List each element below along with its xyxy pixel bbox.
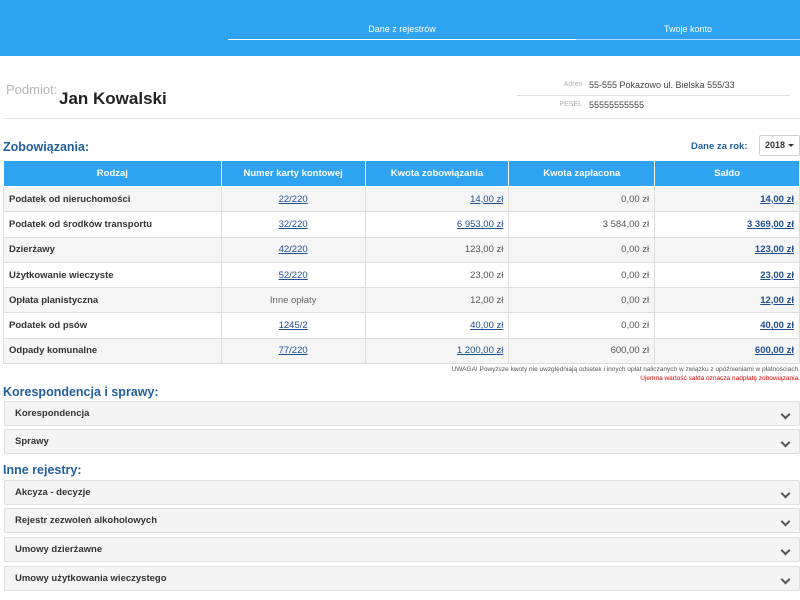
accordion-korespondencja[interactable]: Korespondencja	[4, 401, 800, 426]
cell-amount-due: 12,00 zł	[364, 287, 510, 314]
chevron-down-icon	[780, 437, 791, 448]
balance-link[interactable]: 14,00 zł	[760, 194, 794, 205]
accordion-umowy-uzytkowania[interactable]: Umowy użytkowania wieczystego	[4, 566, 800, 591]
table-header-row: Rodzaj Numer karty kontowej Kwota zobowi…	[3, 160, 800, 187]
account-card-link[interactable]: 52/220	[279, 270, 308, 281]
balance-link[interactable]: 123,00 zł	[755, 244, 794, 255]
account-card-link[interactable]: 32/220	[279, 219, 308, 230]
cell-amount-paid: 0,00 zł	[508, 236, 656, 263]
accordion-umowy-dzierzawne[interactable]: Umowy dzierżawne	[4, 537, 800, 562]
column-header-saldo: Saldo	[654, 160, 800, 187]
accordion-label: Akcyza - decyzje	[15, 487, 91, 498]
cell-amount-due: 123,00 zł	[364, 236, 510, 263]
chevron-down-icon	[780, 574, 791, 585]
year-value: 2018	[764, 140, 786, 150]
amount-due-link[interactable]: 14,00 zł	[470, 194, 503, 205]
table-row: Odpady komunalne 77/220 1 200,00 zł 600,…	[3, 337, 800, 365]
column-header-kwota-zobowiazania: Kwota zobowiązania	[364, 160, 510, 187]
tab-dane-z-rejestrow[interactable]: Dane z rejestrów	[228, 18, 576, 40]
account-card-text: Inne opłaty	[269, 294, 317, 306]
negative-balance-note: Ujemna wartość salda oznacza nadpłatę zo…	[640, 375, 800, 382]
amount-due-link[interactable]: 40,00 zł	[470, 320, 503, 331]
pesel-label: PESEL	[559, 101, 582, 108]
header-divider	[4, 118, 800, 119]
balance-link[interactable]: 23,00 zł	[760, 270, 794, 281]
balance-link[interactable]: 40,00 zł	[760, 320, 794, 331]
account-card-link[interactable]: 1245/2	[279, 320, 308, 331]
column-header-rodzaj: Rodzaj	[3, 160, 222, 187]
balance-link[interactable]: 600,00 zł	[755, 345, 794, 356]
tab-twoje-konto[interactable]: Twoje konto	[576, 18, 800, 40]
cell-amount-paid: 3 584,00 zł	[508, 211, 656, 238]
accordion-sprawy[interactable]: Sprawy	[4, 429, 800, 454]
caret-down-icon	[788, 144, 795, 148]
table-row: Podatek od nieruchomości 22/220 14,00 zł…	[3, 185, 800, 213]
accordion-label: Rejestr zezwoleń alkoholowych	[15, 515, 158, 526]
accordion-label: Sprawy	[15, 436, 49, 447]
warning-note: UWAGA! Powyższe kwoty nie uwzględniają o…	[451, 366, 800, 373]
accordion-label: Korespondencja	[15, 408, 90, 419]
cell-rodzaj: Użytkowanie wieczyste	[3, 261, 222, 289]
accordion-label: Umowy dzierżawne	[15, 544, 103, 555]
account-card-link[interactable]: 77/220	[279, 345, 308, 356]
balance-link[interactable]: 3 369,00 zł	[747, 219, 794, 230]
table-row: Użytkowanie wieczyste 52/220 23,00 zł 0,…	[3, 261, 800, 289]
cell-rodzaj: Podatek od nieruchomości	[3, 185, 222, 213]
address-value: 55-555 Pokazowo ul. Bielska 555/33	[589, 80, 735, 90]
cell-amount-paid: 0,00 zł	[508, 312, 656, 339]
cell-rodzaj: Podatek od psów	[3, 312, 222, 339]
subject-label: Podmiot:	[6, 82, 58, 97]
address-divider	[517, 95, 790, 96]
year-select-button[interactable]: 2018	[759, 135, 800, 156]
correspondence-title: Korespondencja i sprawy:	[3, 385, 159, 399]
cell-rodzaj: Opłata planistyczna	[3, 287, 222, 314]
cell-rodzaj: Odpady komunalne	[3, 337, 222, 365]
amount-due-link[interactable]: 1 200,00 zł	[457, 345, 503, 356]
chevron-down-icon	[780, 409, 791, 420]
table-row: Podatek od środków transportu 32/220 6 9…	[3, 211, 800, 238]
cell-rodzaj: Podatek od środków transportu	[3, 211, 222, 238]
column-header-kwota-zaplacona: Kwota zapłacona	[508, 160, 656, 187]
chevron-down-icon	[780, 516, 791, 527]
pesel-value: 55555555555	[589, 100, 645, 110]
cell-amount-paid: 0,00 zł	[508, 261, 656, 289]
accordion-rejestr-zezwolen[interactable]: Rejestr zezwoleń alkoholowych	[4, 508, 800, 533]
account-card-link[interactable]: 42/220	[279, 244, 308, 255]
amount-due-link[interactable]: 6 953,00 zł	[457, 219, 503, 230]
accordion-akcyza-decyzje[interactable]: Akcyza - decyzje	[4, 480, 800, 505]
address-label: Adres	[563, 81, 582, 88]
cell-amount-paid: 600,00 zł	[508, 337, 656, 365]
year-label: Dane za rok:	[691, 141, 748, 152]
column-header-numer-karty: Numer karty kontowej	[220, 160, 366, 187]
balance-link[interactable]: 12,00 zł	[760, 295, 794, 306]
chevron-down-icon	[780, 545, 791, 556]
cell-amount-due: 23,00 zł	[364, 261, 510, 289]
accordion-label: Umowy użytkowania wieczystego	[15, 573, 167, 584]
table-row: Podatek od psów 1245/2 40,00 zł 0,00 zł …	[3, 312, 800, 339]
table-row: Dzierżawy 42/220 123,00 zł 0,00 zł 123,0…	[3, 236, 800, 263]
cell-amount-paid: 0,00 zł	[508, 185, 656, 213]
chevron-down-icon	[780, 488, 791, 499]
account-card-link[interactable]: 22/220	[279, 194, 308, 205]
table-row: Opłata planistyczna Inne opłaty 12,00 zł…	[3, 287, 800, 314]
subject-name: Jan Kowalski	[59, 89, 167, 108]
cell-rodzaj: Dzierżawy	[3, 236, 222, 263]
obligations-table: Rodzaj Numer karty kontowej Kwota zobowi…	[3, 160, 800, 365]
top-navigation-bar: Dane z rejestrów Twoje konto	[0, 0, 800, 56]
obligations-title: Zobowiązania:	[3, 140, 90, 154]
other-registries-title: Inne rejestry:	[3, 463, 82, 477]
cell-amount-paid: 0,00 zł	[508, 287, 656, 314]
